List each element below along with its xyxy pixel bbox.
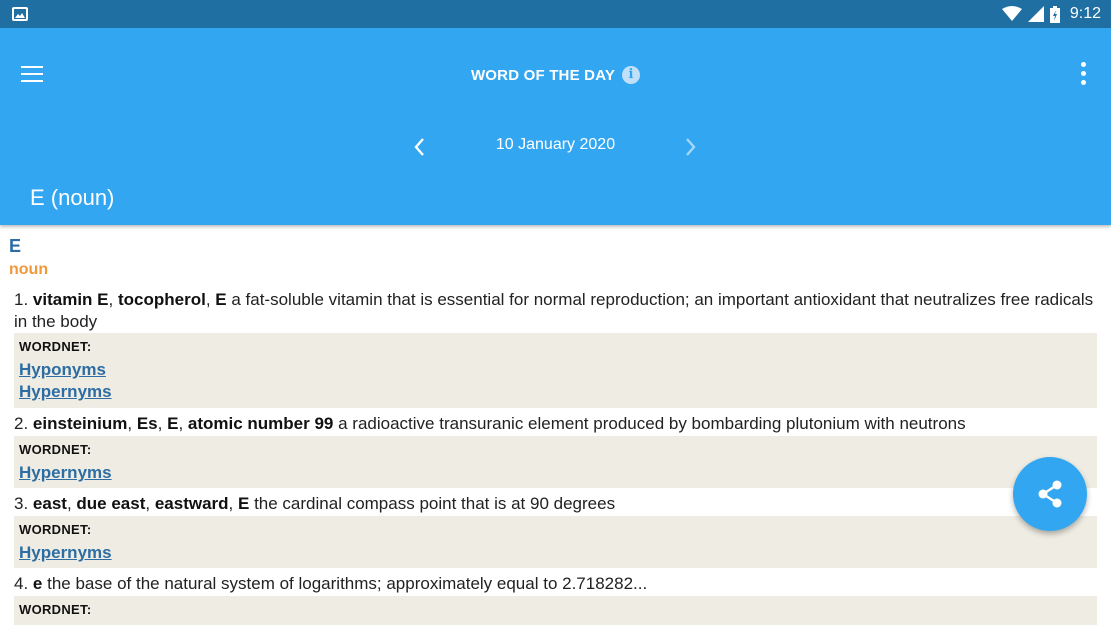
hypernyms-link[interactable]: Hypernyms: [19, 462, 1097, 484]
wordnet-label: WORDNET:: [19, 339, 92, 354]
info-icon[interactable]: i: [622, 66, 641, 84]
chevron-right-icon[interactable]: [680, 135, 700, 159]
wordnet-box-1: WORDNET: Hyponyms Hypernyms: [14, 333, 1097, 408]
definition-content[interactable]: E noun 1. vitamin E, tocopherol, E a fat…: [0, 226, 1111, 625]
system-tray: 9:12: [1001, 5, 1101, 23]
sense-definition: the cardinal compass point that is at 90…: [254, 494, 616, 513]
app-bar: WORD OF THE DAY i 10 January 2020 E (nou…: [0, 28, 1111, 225]
hypernyms-link[interactable]: Hypernyms: [19, 542, 1097, 564]
battery-icon: [1049, 5, 1060, 23]
clock: 9:12: [1069, 5, 1101, 22]
wordnet-label: WORDNET:: [19, 442, 92, 457]
wordnet-box-3: WORDNET: Hypernyms: [14, 516, 1097, 568]
part-of-speech: noun: [9, 261, 49, 278]
wordnet-label: WORDNET:: [19, 602, 92, 617]
sense-1: 1. vitamin E, tocopherol, E a fat-solubl…: [14, 290, 1094, 331]
share-icon: [1038, 480, 1062, 508]
wordnet-label: WORDNET:: [19, 522, 92, 537]
hyponyms-link[interactable]: Hyponyms: [19, 359, 1097, 381]
share-button[interactable]: [1013, 457, 1087, 531]
sense-3: 3. east, due east, eastward, E the cardi…: [14, 494, 616, 513]
date-label: 10 January 2020: [495, 136, 616, 153]
toolbar-title-row: WORD OF THE DAY i: [0, 66, 1111, 84]
word-heading: E (noun): [30, 185, 115, 210]
wordnet-box-2: WORDNET: Hypernyms: [14, 436, 1097, 488]
hypernyms-link[interactable]: Hypernyms: [19, 381, 1097, 403]
entry-word: E: [9, 236, 22, 256]
sense-2: 2. einsteinium, Es, E, atomic number 99 …: [14, 414, 966, 433]
overflow-menu-icon[interactable]: [1081, 62, 1087, 86]
sense-definition: a radioactive transuranic element produc…: [338, 414, 966, 433]
sense-definition: the base of the natural system of logari…: [47, 574, 648, 593]
status-bar: 9:12: [0, 0, 1111, 28]
sense-4: 4. e the base of the natural system of l…: [14, 574, 648, 593]
page-title: WORD OF THE DAY: [470, 66, 616, 84]
wordnet-box-4: WORDNET:: [14, 596, 1097, 625]
signal-icon: [1027, 6, 1044, 22]
date-navigator: 10 January 2020: [0, 132, 1111, 162]
image-icon: [12, 7, 28, 21]
wifi-icon: [1001, 6, 1022, 21]
